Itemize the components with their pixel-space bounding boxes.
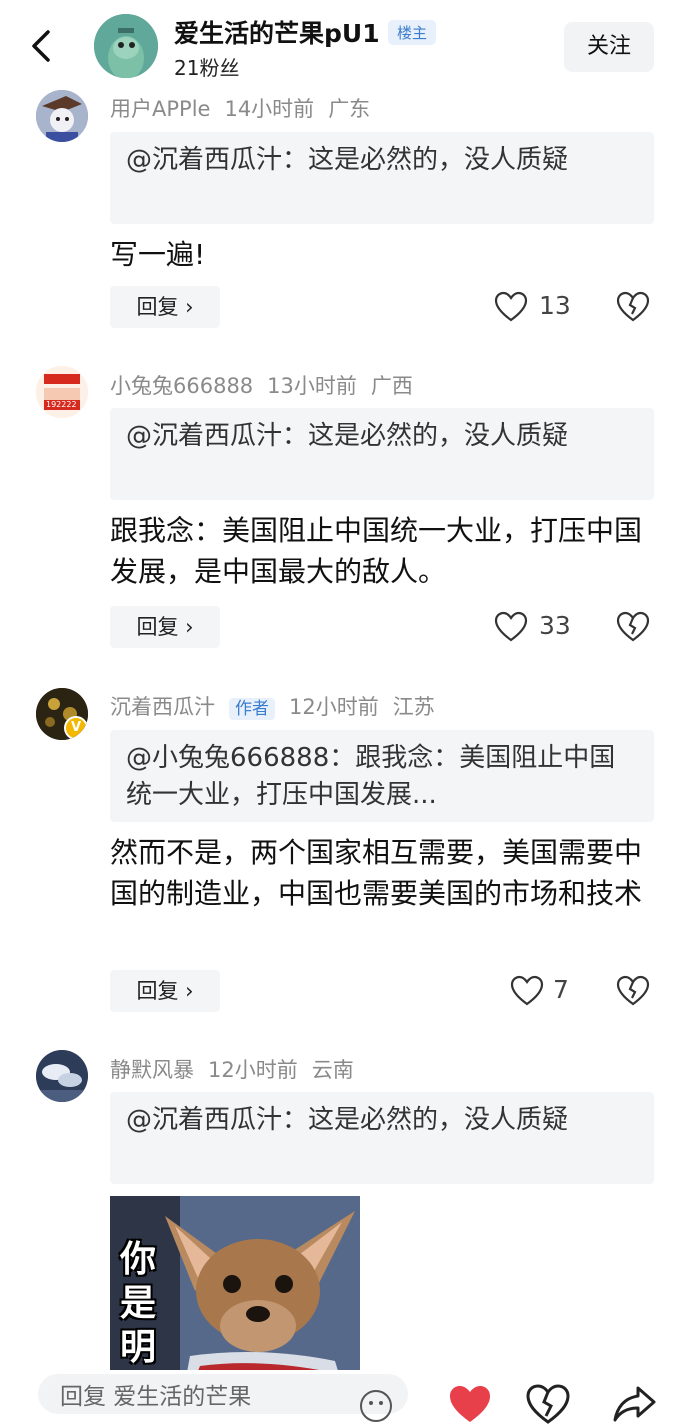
timestamp: 12小时前 — [289, 695, 379, 719]
avatar[interactable]: 192222 — [36, 366, 88, 418]
reply-button[interactable]: 回复 › — [110, 970, 220, 1012]
avatar-number: 192222 — [46, 400, 77, 409]
comment-text: 写一遍! — [110, 238, 206, 271]
comment-meta: 用户APPle 14小时前 广东 — [110, 93, 384, 123]
avatar[interactable]: V — [36, 688, 88, 740]
location: 广西 — [370, 374, 413, 398]
username[interactable]: 沉着西瓜汁 — [110, 695, 215, 719]
timestamp: 13小时前 — [267, 374, 357, 398]
comment-text: 然而不是，两个国家相互需要，美国需要中国的制造业，中国也需要美国的市场和技术 — [110, 836, 643, 910]
quoted-comment[interactable]: @沉着西瓜汁：这是必然的，没人质疑 — [110, 408, 654, 500]
owner-avatar[interactable] — [94, 14, 158, 78]
broken-heart-icon[interactable] — [616, 974, 650, 1008]
username[interactable]: 用户APPle — [110, 97, 210, 121]
comment-meta: 静默风暴 12小时前 云南 — [110, 1054, 368, 1084]
verified-v-icon: V — [64, 716, 88, 740]
location: 云南 — [311, 1058, 354, 1082]
reply-button[interactable]: 回复 › — [110, 606, 220, 648]
follow-button[interactable]: 关注 — [564, 22, 654, 72]
emoji-icon[interactable] — [358, 1388, 394, 1424]
liked-heart-icon[interactable] — [448, 1384, 492, 1424]
timestamp: 12小时前 — [208, 1058, 298, 1082]
like-heart-icon[interactable] — [494, 290, 528, 324]
comment-meta: 小兔兔666888 13小时前 广西 — [110, 370, 427, 400]
reply-button[interactable]: 回复 › — [110, 286, 220, 328]
like-heart-icon[interactable] — [494, 610, 528, 644]
like-count: 13 — [539, 291, 571, 320]
bottom-bar: 回复 爱生活的芒果 — [0, 1370, 690, 1424]
quoted-comment[interactable]: @沉着西瓜汁：这是必然的，没人质疑 — [110, 1092, 654, 1184]
broken-heart-icon[interactable] — [616, 290, 650, 324]
like-count: 7 — [553, 975, 569, 1004]
owner-badge: 楼主 — [388, 20, 437, 45]
location: 广东 — [328, 97, 371, 121]
quoted-comment[interactable]: @小兔兔666888：跟我念：美国阻止中国统一大业，打压中国发展... — [110, 730, 654, 822]
comment-meta: 沉着西瓜汁 作者 12小时前 江苏 — [110, 691, 449, 721]
location: 江苏 — [392, 695, 435, 719]
author-tag: 作者 — [229, 698, 275, 720]
like-count: 33 — [539, 611, 571, 640]
like-heart-icon[interactable] — [510, 974, 544, 1008]
quoted-comment[interactable]: @沉着西瓜汁：这是必然的，没人质疑 — [110, 132, 654, 224]
timestamp: 14小时前 — [224, 97, 315, 121]
share-icon[interactable] — [612, 1384, 658, 1424]
avatar[interactable] — [36, 1050, 88, 1102]
broken-heart-icon[interactable] — [526, 1384, 570, 1424]
broken-heart-icon[interactable] — [616, 610, 650, 644]
reply-input[interactable]: 回复 爱生活的芒果 — [38, 1374, 408, 1414]
fan-count: 21粉丝 — [174, 56, 240, 80]
top-bar: 爱生活的芒果pU1 楼主 21粉丝 关注 — [0, 0, 690, 92]
comment-text: 跟我念：美国阻止中国统一大业，打压中国发展，是中国最大的敌人。 — [110, 514, 643, 588]
owner-name[interactable]: 爱生活的芒果pU1 — [174, 14, 380, 50]
username[interactable]: 静默风暴 — [110, 1058, 194, 1082]
avatar[interactable] — [36, 90, 88, 142]
back-arrow-icon[interactable] — [22, 26, 62, 66]
username[interactable]: 小兔兔666888 — [110, 374, 253, 398]
